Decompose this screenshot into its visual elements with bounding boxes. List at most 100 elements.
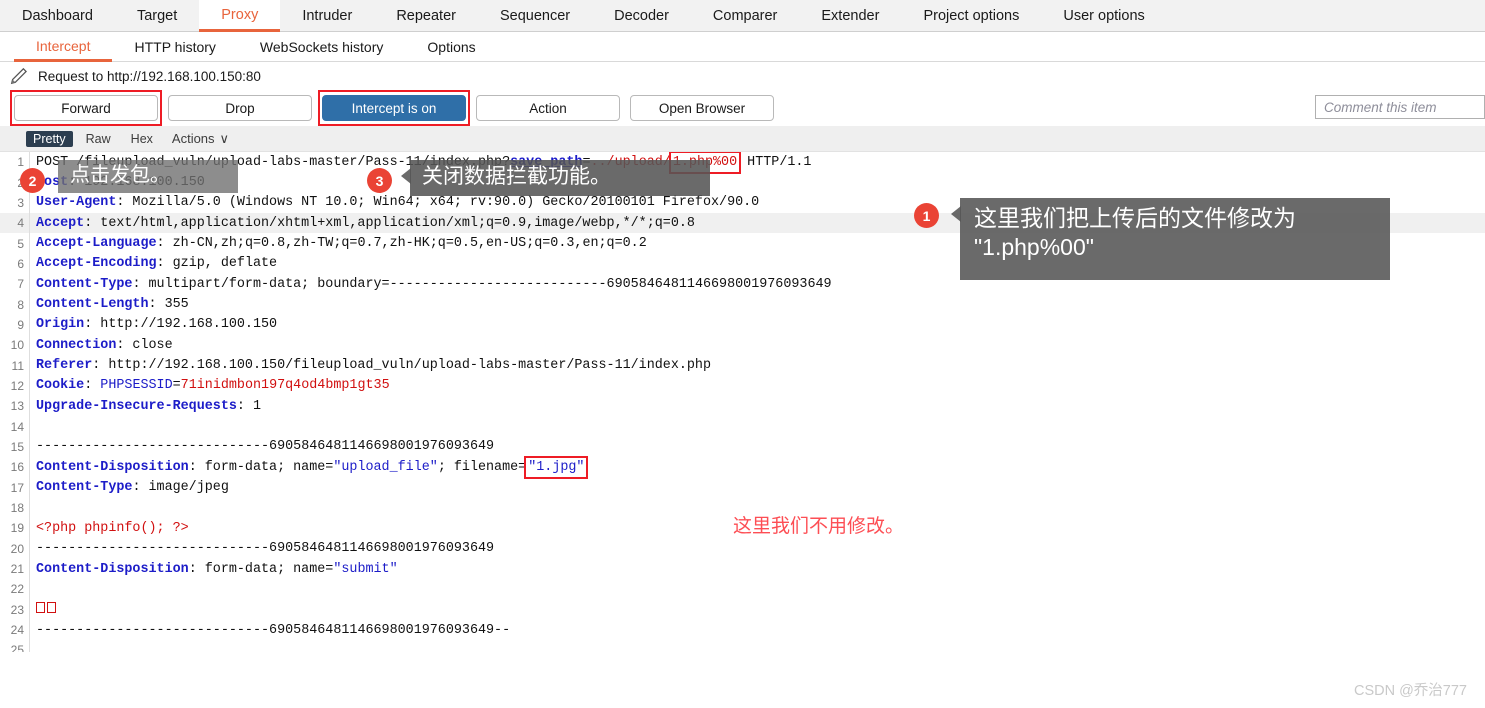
line-number: 13 [0, 396, 30, 416]
intercept-toggle-highlight: Intercept is on [322, 95, 466, 121]
line-content: Cookie: PHPSESSID=71inidmbon197q4od4bmp1… [30, 378, 390, 393]
original-filename-highlight: "1.jpg" [526, 460, 586, 475]
line-content: Connection: close [30, 338, 173, 353]
tab-target[interactable]: Target [115, 0, 199, 31]
code-line: 14 [0, 416, 1485, 436]
forward-button-highlight: Forward [14, 95, 158, 121]
subtab-intercept[interactable]: Intercept [14, 32, 112, 62]
annotation-note-no-change: 这里我们不用修改。 [733, 511, 904, 538]
comment-placeholder: Comment this item [1324, 100, 1437, 115]
pencil-icon [8, 67, 28, 85]
tab-intruder[interactable]: Intruder [280, 0, 374, 31]
code-line: 16 Content-Disposition: form-data; name=… [0, 457, 1485, 477]
line-content: Referer: http://192.168.100.150/fileuplo… [30, 358, 711, 373]
proxy-sub-tab-bar: Intercept HTTP history WebSockets histor… [0, 32, 1485, 62]
tab-comparer[interactable]: Comparer [691, 0, 799, 31]
tab-extender[interactable]: Extender [799, 0, 901, 31]
code-line: 15 -----------------------------69058464… [0, 437, 1485, 457]
line-number: 3 [0, 193, 30, 213]
line-content [30, 643, 44, 652]
pretty-view-button[interactable]: Pretty [26, 131, 73, 147]
subtab-websockets-history[interactable]: WebSockets history [238, 32, 405, 61]
line-content: Content-Type: multipart/form-data; bound… [30, 277, 832, 292]
line-number: 18 [0, 498, 30, 518]
line-number: 10 [0, 335, 30, 355]
line-content: Content-Type: image/jpeg [30, 480, 229, 495]
line-number: 7 [0, 274, 30, 294]
annotation-text: 这里我们不用修改。 [733, 516, 904, 537]
line-number: 8 [0, 294, 30, 314]
line-number: 16 [0, 457, 30, 477]
line-content: Accept-Encoding: gzip, deflate [30, 256, 277, 271]
code-line: 22 [0, 579, 1485, 599]
line-number: 19 [0, 518, 30, 538]
code-line: 8 Content-Length: 355 [0, 294, 1485, 314]
subtab-label: Options [427, 39, 475, 55]
comment-input[interactable]: Comment this item [1315, 95, 1485, 119]
annotation-callout-3: 关闭数据拦截功能。 [410, 160, 710, 196]
line-number: 14 [0, 416, 30, 436]
line-number: 4 [0, 213, 30, 233]
line-content: User-Agent: Mozilla/5.0 (Windows NT 10.0… [30, 195, 759, 210]
subtab-label: Intercept [36, 38, 90, 54]
code-line: 11 Referer: http://192.168.100.150/fileu… [0, 355, 1485, 375]
tab-decoder[interactable]: Decoder [592, 0, 691, 31]
main-tab-bar: Dashboard Target Proxy Intruder Repeater… [0, 0, 1485, 32]
hex-view-button[interactable]: Hex [124, 131, 160, 147]
line-number: 15 [0, 437, 30, 457]
annotation-badge-1: 1 [914, 203, 939, 228]
control-char-glyph [47, 602, 56, 613]
code-line: 17 Content-Type: image/jpeg [0, 478, 1485, 498]
subtab-http-history[interactable]: HTTP history [112, 32, 237, 61]
annotation-text-line2: "1.php%00" [974, 233, 1376, 262]
tab-project-options[interactable]: Project options [901, 0, 1041, 31]
tab-repeater[interactable]: Repeater [374, 0, 478, 31]
action-button[interactable]: Action [476, 95, 620, 121]
callout-tail [401, 168, 411, 184]
tab-label: Intruder [302, 8, 352, 24]
control-char-glyph [36, 602, 45, 613]
tab-label: Repeater [396, 8, 456, 24]
subtab-label: HTTP history [134, 39, 215, 55]
tab-label: Proxy [221, 7, 258, 23]
tab-dashboard[interactable]: Dashboard [0, 0, 115, 31]
line-content: Origin: http://192.168.100.150 [30, 317, 277, 332]
line-content: Accept: text/html,application/xhtml+xml,… [30, 216, 695, 231]
tab-user-options[interactable]: User options [1041, 0, 1166, 31]
actions-dropdown[interactable]: Actions ∨ [172, 131, 229, 147]
line-number: 21 [0, 559, 30, 579]
raw-view-button[interactable]: Raw [79, 131, 118, 147]
line-content: -----------------------------69058464811… [30, 439, 494, 454]
line-content [30, 602, 58, 617]
line-number: 17 [0, 478, 30, 498]
forward-button[interactable]: Forward [14, 95, 158, 121]
line-number: 9 [0, 315, 30, 335]
line-number: 24 [0, 620, 30, 640]
tab-sequencer[interactable]: Sequencer [478, 0, 592, 31]
intercept-toggle-button[interactable]: Intercept is on [322, 95, 466, 121]
drop-button[interactable]: Drop [168, 95, 312, 121]
line-content: Content-Length: 355 [30, 297, 189, 312]
code-line: 12 Cookie: PHPSESSID=71inidmbon197q4od4b… [0, 376, 1485, 396]
annotation-text-line1: 这里我们把上传后的文件修改为 [974, 204, 1376, 233]
line-number: 22 [0, 579, 30, 599]
line-content [30, 419, 44, 434]
annotation-text: 点击发包。 [70, 164, 170, 186]
annotation-callout-2: 点击发包。 [58, 160, 238, 193]
open-browser-button[interactable]: Open Browser [630, 95, 774, 121]
tab-label: Extender [821, 8, 879, 24]
line-content: -----------------------------69058464811… [30, 623, 510, 638]
watermark: CSDN @乔治777 [1354, 679, 1467, 700]
line-number: 5 [0, 233, 30, 253]
subtab-options[interactable]: Options [405, 32, 497, 61]
tab-proxy[interactable]: Proxy [199, 0, 280, 32]
line-number: 6 [0, 254, 30, 274]
chevron-down-icon: ∨ [220, 131, 230, 147]
line-content [30, 582, 44, 597]
code-line: 23 [0, 600, 1485, 620]
tab-label: User options [1063, 8, 1144, 24]
request-target-row: Request to http://192.168.100.150:80 [0, 62, 1485, 90]
line-number: 23 [0, 600, 30, 620]
code-line: 25 [0, 640, 1485, 652]
request-target-text: Request to http://192.168.100.150:80 [38, 69, 261, 84]
